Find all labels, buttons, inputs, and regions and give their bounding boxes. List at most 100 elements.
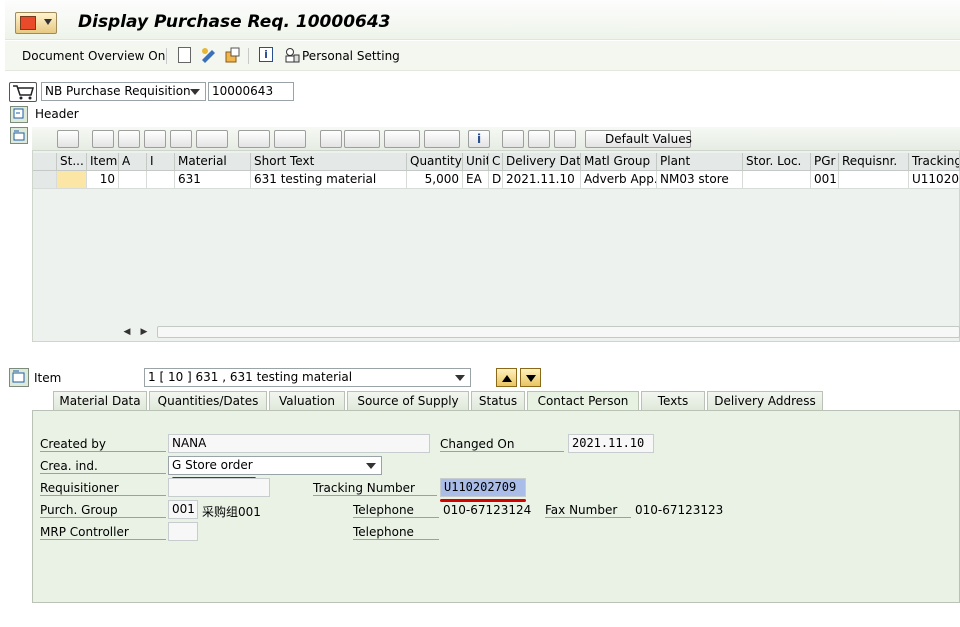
new-document-icon[interactable] bbox=[178, 47, 191, 63]
print-icon[interactable] bbox=[320, 130, 342, 148]
column-header[interactable]: I bbox=[147, 153, 175, 171]
delivery-date-cell[interactable]: 2021.11.10 bbox=[503, 171, 581, 189]
purch-group-text: 采购组001 bbox=[202, 505, 261, 519]
page-title: Display Purchase Req. 10000643 bbox=[78, 12, 391, 32]
document-type-value: NB Purchase Requisition bbox=[45, 84, 191, 98]
created-by-field[interactable]: NANA bbox=[168, 434, 430, 453]
item-select[interactable]: 1 [ 10 ] 631 , 631 testing material bbox=[144, 368, 471, 387]
crea-ind-select[interactable]: G Store order bbox=[168, 456, 382, 475]
requisitioner-label: Requisitioner bbox=[40, 481, 166, 496]
row-selector[interactable] bbox=[33, 171, 57, 189]
sum-icon[interactable] bbox=[238, 130, 270, 148]
details-icon[interactable] bbox=[57, 130, 79, 148]
mrp-controller-label: MRP Controller bbox=[40, 525, 166, 540]
scroll-right-icon[interactable]: ▶ bbox=[137, 325, 151, 339]
header-label: Header bbox=[35, 107, 79, 121]
tracking-number-field[interactable]: U110202709 bbox=[440, 478, 526, 497]
horizontal-scrollbar[interactable] bbox=[157, 326, 960, 338]
select-all-icon[interactable] bbox=[33, 153, 57, 171]
quantity-cell[interactable]: 5,000 bbox=[407, 171, 463, 189]
sort-ascending-icon[interactable] bbox=[92, 130, 114, 148]
info-icon[interactable]: i bbox=[259, 47, 273, 62]
next-item-button[interactable] bbox=[520, 368, 541, 387]
info-icon[interactable]: i bbox=[468, 130, 490, 148]
arrow-up-icon bbox=[502, 375, 512, 382]
column-header[interactable]: Matl Group bbox=[581, 153, 657, 171]
column-header[interactable]: PGr bbox=[811, 153, 839, 171]
column-header[interactable]: Material bbox=[175, 153, 251, 171]
tracking-cell[interactable]: U110202 bbox=[909, 171, 960, 189]
arrow-down-icon bbox=[526, 375, 536, 382]
column-header[interactable]: Plant bbox=[657, 153, 743, 171]
changed-on-field[interactable]: 2021.11.10 bbox=[568, 434, 654, 453]
requisitioner-field[interactable] bbox=[168, 478, 270, 497]
tab-texts[interactable]: Texts bbox=[641, 391, 705, 411]
changed-on-label: Changed On bbox=[440, 437, 564, 452]
document-number-field[interactable]: 10000643 bbox=[208, 82, 294, 101]
crea-ind-value: G Store order bbox=[172, 458, 253, 472]
hold-icon[interactable] bbox=[554, 130, 576, 148]
document-type-select[interactable]: NB Purchase Requisition bbox=[41, 82, 206, 101]
tab-valuation[interactable]: Valuation bbox=[269, 391, 345, 411]
delete-row-icon[interactable] bbox=[528, 130, 550, 148]
chevron-down-icon bbox=[366, 463, 376, 469]
header-expand-icon[interactable] bbox=[10, 106, 28, 123]
material-cell[interactable]: 631 bbox=[175, 171, 251, 189]
fax-number-value: 010-67123123 bbox=[635, 503, 724, 517]
pgr-cell[interactable]: 001 bbox=[811, 171, 839, 189]
grid-toolbar: i Default Values bbox=[32, 127, 960, 151]
filter-icon[interactable] bbox=[196, 130, 228, 148]
items-collapse-icon[interactable] bbox=[10, 127, 28, 144]
purch-group-label: Purch. Group bbox=[40, 503, 166, 518]
document-overview-button[interactable]: Document Overview On bbox=[22, 49, 165, 63]
previous-item-button[interactable] bbox=[496, 368, 517, 387]
tab-status[interactable]: Status bbox=[471, 391, 525, 411]
scroll-left-icon[interactable]: ◀ bbox=[120, 325, 134, 339]
tab-source-of-supply[interactable]: Source of Supply bbox=[347, 391, 469, 411]
acct-assign-cell[interactable] bbox=[119, 171, 147, 189]
column-header[interactable]: Short Text bbox=[251, 153, 407, 171]
item-category-cell[interactable] bbox=[147, 171, 175, 189]
other-document-icon[interactable] bbox=[225, 47, 241, 63]
column-header[interactable]: Item bbox=[87, 153, 119, 171]
column-header[interactable]: Unit bbox=[463, 153, 489, 171]
subtotal-icon[interactable] bbox=[274, 130, 306, 148]
short-text-cell[interactable]: 631 testing material bbox=[251, 171, 407, 189]
sort-descending-icon[interactable] bbox=[118, 130, 140, 148]
column-header[interactable]: Stor. Loc. bbox=[743, 153, 811, 171]
cart-button[interactable] bbox=[9, 82, 37, 102]
toolbar-separator bbox=[248, 48, 249, 64]
stor-loc-cell[interactable] bbox=[743, 171, 811, 189]
export-icon[interactable] bbox=[384, 130, 420, 148]
default-values-button[interactable]: Default Values bbox=[585, 130, 692, 148]
display-change-icon[interactable] bbox=[200, 47, 218, 63]
column-header[interactable]: Requisnr. bbox=[839, 153, 909, 171]
layout-icon[interactable] bbox=[424, 130, 460, 148]
column-header[interactable]: Delivery Date bbox=[503, 153, 581, 171]
mrp-controller-field[interactable] bbox=[168, 522, 198, 541]
requisnr-cell[interactable] bbox=[839, 171, 909, 189]
item-selected-value: 1 [ 10 ] 631 , 631 testing material bbox=[148, 370, 353, 384]
system-menu-button[interactable] bbox=[15, 12, 57, 34]
unit-cell[interactable]: EA bbox=[463, 171, 489, 189]
plant-cell[interactable]: NM03 store bbox=[657, 171, 743, 189]
category-cell[interactable]: D bbox=[489, 171, 503, 189]
item-cell[interactable]: 10 bbox=[87, 171, 119, 189]
find-next-icon[interactable] bbox=[170, 130, 192, 148]
tab-material-data[interactable]: Material Data bbox=[53, 391, 147, 411]
tab-quantities-dates[interactable]: Quantities/Dates bbox=[149, 391, 267, 411]
column-header[interactable]: A bbox=[119, 153, 147, 171]
matl-group-cell[interactable]: Adverb App... bbox=[581, 171, 657, 189]
tab-delivery-address[interactable]: Delivery Address bbox=[707, 391, 823, 411]
find-icon[interactable] bbox=[144, 130, 166, 148]
item-collapse-icon[interactable] bbox=[9, 368, 29, 387]
views-icon[interactable] bbox=[344, 130, 380, 148]
column-header[interactable]: Quantity bbox=[407, 153, 463, 171]
purch-group-field[interactable]: 001 bbox=[168, 500, 198, 519]
copy-row-icon[interactable] bbox=[502, 130, 524, 148]
personal-setting-button[interactable]: Personal Setting bbox=[302, 49, 400, 63]
tab-contact-person[interactable]: Contact Person bbox=[527, 391, 639, 412]
column-header[interactable]: St... bbox=[57, 153, 87, 171]
column-header[interactable]: Tracking bbox=[909, 153, 960, 171]
column-header[interactable]: C bbox=[489, 153, 503, 171]
